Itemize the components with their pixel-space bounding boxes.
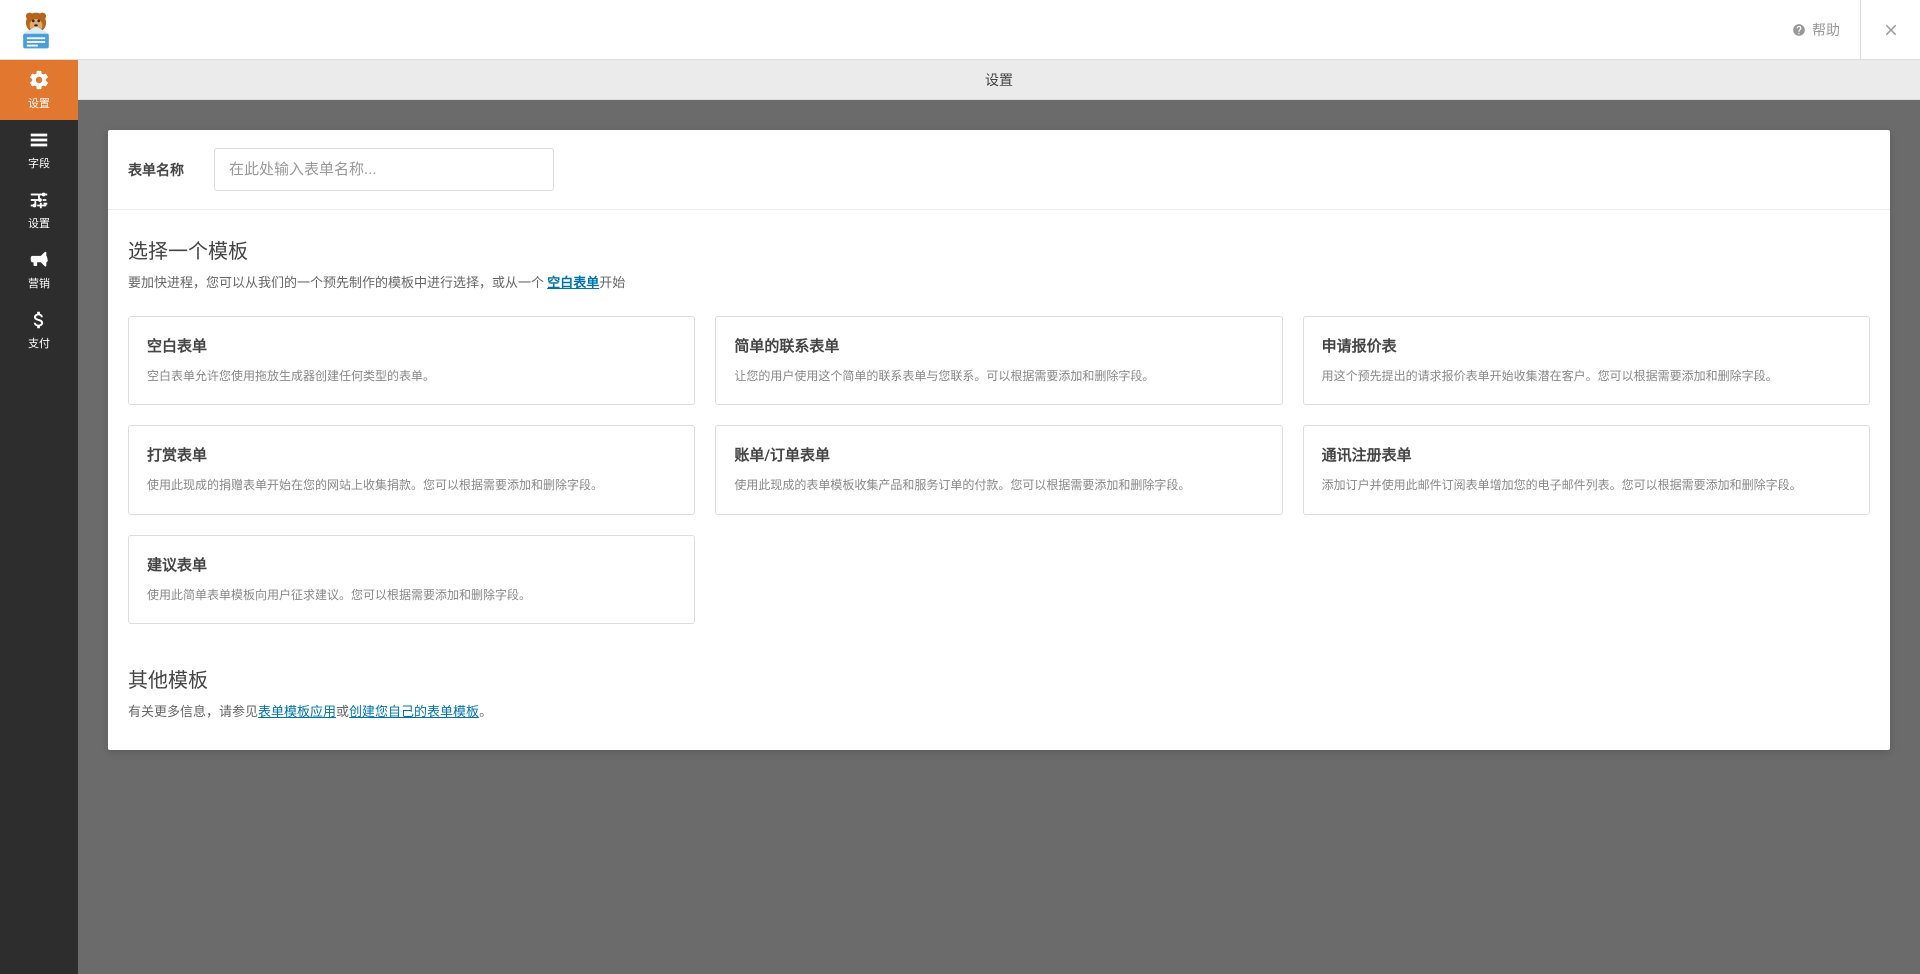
template-card-suggestion[interactable]: 建议表单 使用此简单表单模板向用户征求建议。您可以根据需要添加和删除字段。	[128, 535, 695, 624]
template-desc: 使用此现成的捐赠表单开始在您的网站上收集捐款。您可以根据需要添加和删除字段。	[147, 475, 676, 495]
template-card-billing[interactable]: 账单/订单表单 使用此现成的表单模板收集产品和服务订单的付款。您可以根据需要添加…	[715, 425, 1282, 514]
close-button[interactable]	[1860, 0, 1920, 59]
template-title: 简单的联系表单	[734, 335, 1263, 356]
sidebar-item-label: 设置	[28, 95, 50, 111]
help-icon	[1792, 23, 1806, 37]
template-desc: 添加订户并使用此邮件订阅表单增加您的电子邮件列表。您可以根据需要添加和删除字段。	[1322, 475, 1851, 495]
blank-form-link[interactable]: 空白表单	[547, 276, 599, 291]
bullhorn-icon	[28, 249, 50, 271]
main-panel: 表单名称 选择一个模板 要加快进程，您可以从我们的一个预先制作的模板中进行选择，…	[108, 130, 1890, 750]
help-label: 帮助	[1812, 20, 1840, 40]
template-card-newsletter[interactable]: 通讯注册表单 添加订户并使用此邮件订阅表单增加您的电子邮件列表。您可以根据需要添…	[1303, 425, 1870, 514]
sidebar-item-label: 支付	[28, 335, 50, 351]
template-title: 通讯注册表单	[1322, 444, 1851, 465]
template-desc: 让您的用户使用这个简单的联系表单与您联系。可以根据需要添加和删除字段。	[734, 366, 1263, 386]
sidebar-item-payments[interactable]: 支付	[0, 300, 78, 360]
template-card-donation[interactable]: 打赏表单 使用此现成的捐赠表单开始在您的网站上收集捐款。您可以根据需要添加和删除…	[128, 425, 695, 514]
template-desc: 使用此简单表单模板向用户征求建议。您可以根据需要添加和删除字段。	[147, 585, 676, 605]
fields-icon	[28, 129, 50, 151]
sidebar-item-label: 设置	[28, 215, 50, 231]
form-name-label: 表单名称	[128, 160, 184, 180]
create-own-template-link[interactable]: 创建您自己的表单模板	[349, 705, 479, 720]
content-header: 设置	[78, 60, 1920, 100]
gear-icon	[28, 69, 50, 91]
select-template-title: 选择一个模板	[128, 235, 1870, 264]
sliders-icon	[28, 189, 50, 211]
sidebar: 设置 字段 设置 营销	[0, 60, 78, 974]
select-template-subtitle: 要加快进程，您可以从我们的一个预先制作的模板中进行选择，或从一个 空白表单开始	[128, 272, 1870, 291]
templates-addon-link[interactable]: 表单模板应用	[258, 705, 336, 720]
sidebar-item-setup[interactable]: 设置	[0, 60, 78, 120]
content: 设置 表单名称 选择一个模板 要加快进程，您可以从我们的一个预先制作的模板中进行…	[78, 60, 1920, 974]
sidebar-item-marketing[interactable]: 营销	[0, 240, 78, 300]
template-title: 申请报价表	[1322, 335, 1851, 356]
help-link[interactable]: 帮助	[1772, 20, 1860, 40]
template-card-quote[interactable]: 申请报价表 用这个预先提出的请求报价表单开始收集潜在客户。您可以根据需要添加和删…	[1303, 316, 1870, 405]
topbar: 帮助	[0, 0, 1920, 60]
sidebar-item-label: 营销	[28, 275, 50, 291]
extra-templates-text: 有关更多信息，请参见表单模板应用或创建您自己的表单模板。	[128, 701, 1870, 720]
form-name-input[interactable]	[214, 148, 554, 191]
template-title: 建议表单	[147, 554, 676, 575]
dollar-icon	[28, 309, 50, 331]
template-card-contact[interactable]: 简单的联系表单 让您的用户使用这个简单的联系表单与您联系。可以根据需要添加和删除…	[715, 316, 1282, 405]
template-desc: 空白表单允许您使用拖放生成器创建任何类型的表单。	[147, 366, 676, 386]
form-name-row: 表单名称	[108, 130, 1890, 210]
content-header-title: 设置	[985, 70, 1013, 90]
close-icon	[1882, 21, 1900, 39]
app-logo	[12, 6, 60, 54]
sidebar-item-settings[interactable]: 设置	[0, 180, 78, 240]
template-desc: 用这个预先提出的请求报价表单开始收集潜在客户。您可以根据需要添加和删除字段。	[1322, 366, 1851, 386]
template-grid: 空白表单 空白表单允许您使用拖放生成器创建任何类型的表单。 简单的联系表单 让您…	[128, 316, 1870, 624]
extra-templates-title: 其他模板	[128, 664, 1870, 693]
sidebar-item-label: 字段	[28, 155, 50, 171]
template-card-blank[interactable]: 空白表单 空白表单允许您使用拖放生成器创建任何类型的表单。	[128, 316, 695, 405]
sidebar-item-fields[interactable]: 字段	[0, 120, 78, 180]
template-desc: 使用此现成的表单模板收集产品和服务订单的付款。您可以根据需要添加和删除字段。	[734, 475, 1263, 495]
template-title: 空白表单	[147, 335, 676, 356]
template-title: 账单/订单表单	[734, 444, 1263, 465]
template-title: 打赏表单	[147, 444, 676, 465]
